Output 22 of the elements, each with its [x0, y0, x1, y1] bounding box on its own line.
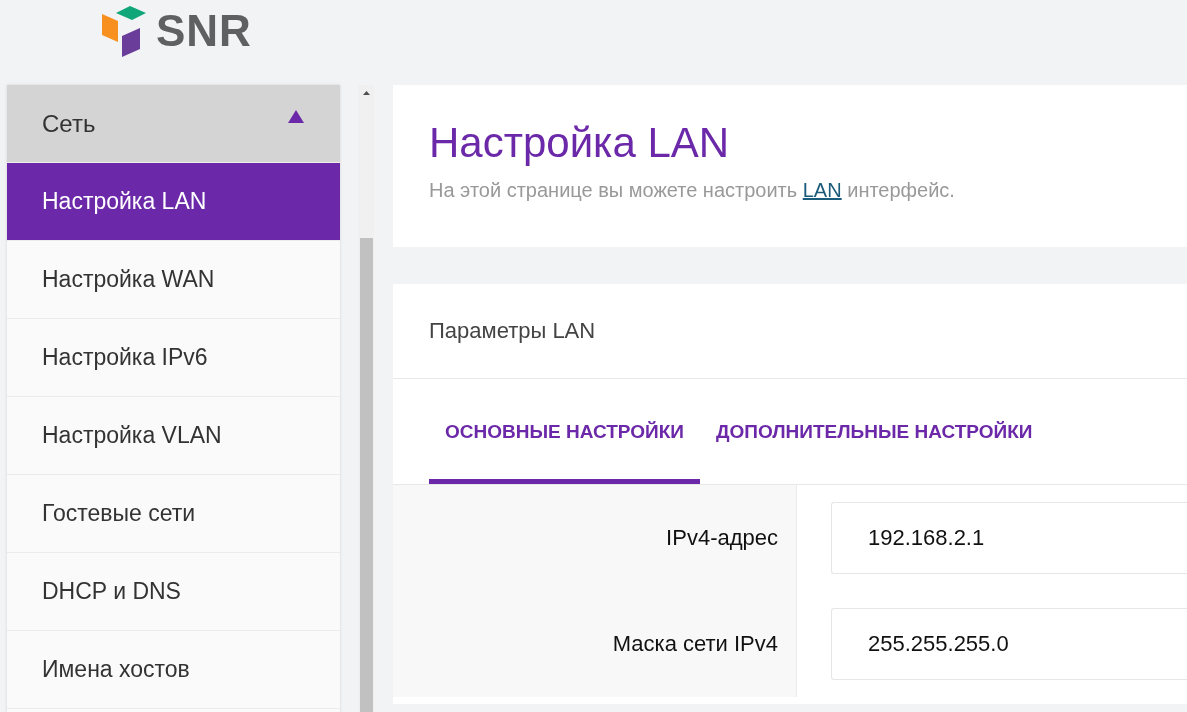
- page-title: Настройка LAN: [429, 119, 731, 167]
- lan-link[interactable]: LAN: [802, 179, 842, 201]
- input-field[interactable]: 192.168.2.1: [831, 502, 1187, 574]
- menu-item[interactable]: Настройка VLAN: [7, 397, 340, 475]
- scrollbar[interactable]: [358, 85, 374, 712]
- input-field[interactable]: 255.255.255.0: [831, 608, 1187, 680]
- menu-item[interactable]: Настройка IPv6: [7, 319, 340, 397]
- menu-group-header[interactable]: Сеть: [7, 85, 340, 163]
- card-title: Параметры LAN: [393, 284, 1187, 379]
- logo-text: SNR: [156, 6, 252, 56]
- scroll-up-arrow-icon[interactable]: [362, 91, 370, 95]
- menu-item[interactable]: Настройка LAN: [7, 163, 340, 241]
- menu-item[interactable]: DHCP и DNS: [7, 553, 340, 631]
- menu-item[interactable]: Имена хостов: [7, 631, 340, 709]
- tab[interactable]: ДОПОЛНИТЕЛЬНЫЕ НАСТРОЙКИ: [699, 379, 1049, 484]
- menu-item[interactable]: Гостевые сети: [7, 475, 340, 553]
- scroll-thumb[interactable]: [359, 238, 373, 712]
- field-label: Маска сети IPv4: [612, 631, 778, 657]
- menu-item[interactable]: Настройка WAN: [7, 241, 340, 319]
- field-label: IPv4-адрес: [666, 525, 778, 551]
- caret-icon: [288, 110, 304, 123]
- page-description: На этой странице вы можете настроить LAN интерфейс.: [429, 179, 956, 202]
